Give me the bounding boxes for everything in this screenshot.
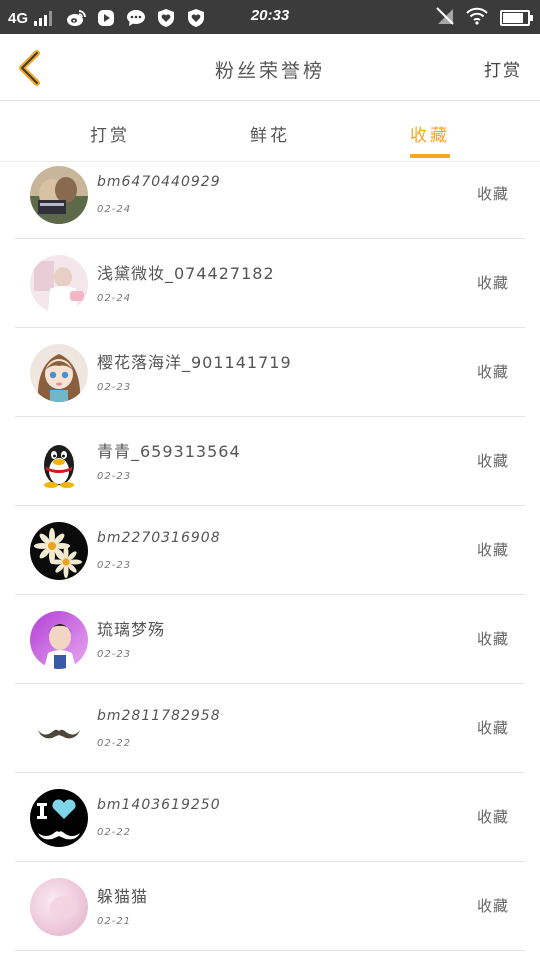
list-item[interactable]: bm2270316908 02-23 收藏 xyxy=(0,506,540,595)
status-bar: 4G 20:33 xyxy=(0,0,540,34)
user-name: 樱花落海洋_901141719 xyxy=(97,353,292,372)
avatar[interactable] xyxy=(30,166,88,224)
favorite-label: 收藏 xyxy=(476,630,509,648)
list-item[interactable]: bm2811782958 02-22 收藏 xyxy=(0,684,540,773)
mute-icon xyxy=(436,7,454,29)
list-item[interactable]: bm6470440929 02-24 收藏 xyxy=(0,150,540,239)
user-name: bm2811782958 xyxy=(97,708,221,724)
favorite-label: 收藏 xyxy=(476,719,509,737)
favorite-label: 收藏 xyxy=(476,541,509,559)
user-name: 躲猫猫 xyxy=(97,887,149,906)
favorite-date: 02-24 xyxy=(97,204,132,215)
divider xyxy=(15,950,525,951)
user-name: bm1403619250 xyxy=(97,797,221,813)
list-item[interactable]: 樱花落海洋_901141719 02-23 收藏 xyxy=(0,328,540,417)
tab-label: 鲜花 xyxy=(250,126,290,146)
favorite-date: 02-22 xyxy=(97,738,132,749)
favorite-date: 02-23 xyxy=(97,649,132,660)
user-name: 浅黛微妆_074427182 xyxy=(97,264,275,283)
list-item[interactable]: 青青_659313564 02-23 收藏 xyxy=(0,417,540,506)
favorite-date: 02-21 xyxy=(97,916,132,927)
avatar[interactable] xyxy=(30,433,88,491)
page-title: 粉丝荣誉榜 xyxy=(214,60,325,82)
tab-label: 打赏 xyxy=(90,126,130,146)
avatar[interactable] xyxy=(30,611,88,669)
list-item[interactable]: bm1403619250 02-22 收藏 xyxy=(0,773,540,862)
user-name: 琉璃梦殇 xyxy=(97,620,166,639)
list-item[interactable]: 躲猫猫 02-21 收藏 xyxy=(0,862,540,951)
user-name: bm6470440929 xyxy=(97,174,221,190)
wifi-icon xyxy=(466,7,488,29)
battery-icon xyxy=(500,10,533,26)
status-right xyxy=(436,7,533,29)
list-item[interactable]: 琉璃梦殇 02-23 收藏 xyxy=(0,595,540,684)
favorite-label: 收藏 xyxy=(476,808,509,826)
fan-list: bm6470440929 02-24 收藏 浅黛微妆_074427182 02-… xyxy=(0,150,540,951)
list-item[interactable]: 浅黛微妆_074427182 02-24 收藏 xyxy=(0,239,540,328)
favorite-label: 收藏 xyxy=(476,452,509,470)
avatar[interactable] xyxy=(30,878,88,936)
favorite-label: 收藏 xyxy=(476,185,509,203)
favorite-label: 收藏 xyxy=(476,274,509,292)
avatar[interactable] xyxy=(30,789,88,847)
avatar[interactable] xyxy=(30,255,88,313)
favorite-label: 收藏 xyxy=(476,897,509,915)
avatar[interactable] xyxy=(30,522,88,580)
favorite-date: 02-24 xyxy=(97,293,132,304)
avatar[interactable] xyxy=(30,700,88,758)
favorite-date: 02-23 xyxy=(97,560,132,571)
favorite-date: 02-23 xyxy=(97,382,132,393)
nav-bar: 粉丝荣誉榜 打赏 xyxy=(0,34,540,101)
avatar[interactable] xyxy=(30,344,88,402)
favorite-date: 02-22 xyxy=(97,827,132,838)
tab-label: 收藏 xyxy=(410,126,450,146)
favorite-date: 02-23 xyxy=(97,471,132,482)
user-name: bm2270316908 xyxy=(97,530,221,546)
user-name: 青青_659313564 xyxy=(97,442,241,461)
tip-button[interactable]: 打赏 xyxy=(484,56,522,81)
favorite-label: 收藏 xyxy=(476,363,509,381)
